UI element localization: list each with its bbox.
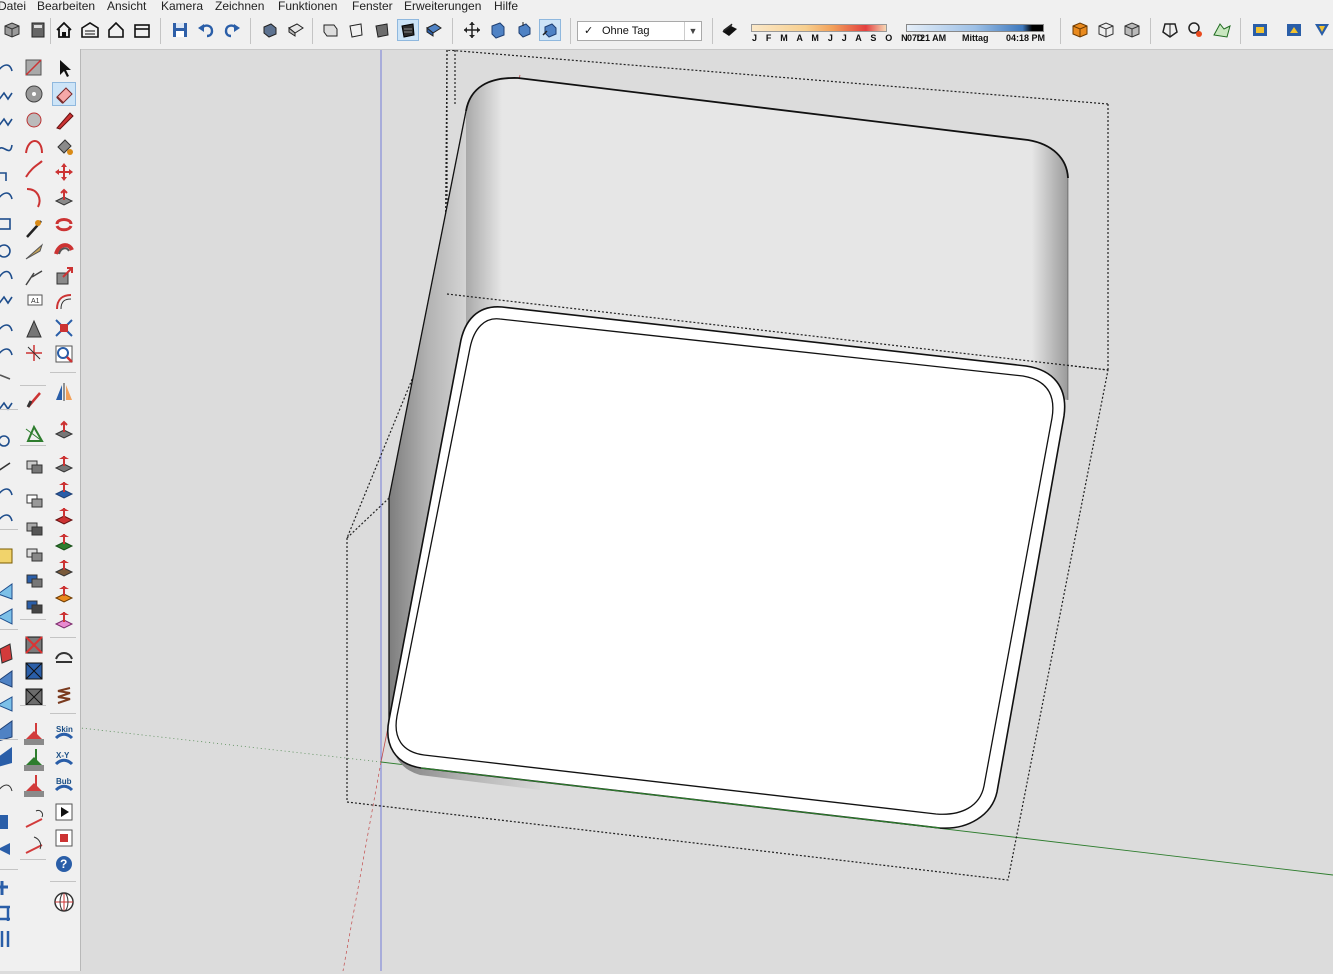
curve-icon[interactable] <box>53 647 75 669</box>
mirror-icon[interactable] <box>53 381 75 403</box>
undo-icon[interactable] <box>196 20 216 40</box>
skin-label: Skin <box>56 725 73 734</box>
zoom-icon[interactable] <box>514 20 534 40</box>
magnify-icon[interactable] <box>53 343 75 365</box>
push-pull-icon[interactable] <box>53 187 75 209</box>
extrude-equal-icon[interactable] <box>53 453 75 475</box>
save-icon[interactable] <box>170 20 190 40</box>
play-icon[interactable] <box>53 801 75 823</box>
model-canvas[interactable] <box>80 49 1333 972</box>
month-labels: J F M A M J J A S O N D <box>752 33 927 43</box>
solid-tools-icon[interactable] <box>1160 20 1180 40</box>
extrude-normal-icon[interactable] <box>53 557 75 579</box>
pencil-icon[interactable] <box>53 109 75 131</box>
time-slider[interactable] <box>906 24 1044 32</box>
warehouse-icon[interactable] <box>80 20 100 40</box>
follow-me-icon[interactable] <box>53 239 75 261</box>
svg-text:?: ? <box>60 857 67 871</box>
time-end-label: 04:18 PM <box>1006 33 1046 43</box>
menu-datei[interactable]: Datei <box>0 0 26 13</box>
extrude-icon[interactable] <box>53 419 75 441</box>
tag-select[interactable]: ✓ Ohne Tag ▼ <box>577 21 702 41</box>
eraser-icon[interactable] <box>52 82 76 106</box>
model-viewport[interactable] <box>80 49 1333 972</box>
outer-shell-icon[interactable] <box>1186 20 1206 40</box>
menu-bearbeiten[interactable]: Bearbeiten <box>37 0 95 13</box>
extrude-green-icon[interactable] <box>53 531 75 553</box>
menu-funktionen[interactable]: Funktionen <box>278 0 337 13</box>
tool-column-left[interactable] <box>0 49 20 971</box>
green-axis-negative <box>80 727 382 763</box>
sandbox-icon[interactable] <box>1212 20 1232 40</box>
paint-bucket-icon[interactable] <box>53 135 75 157</box>
menu-fenster[interactable]: Fenster <box>352 0 393 13</box>
export-icon[interactable] <box>1250 20 1270 40</box>
redo-icon[interactable] <box>222 20 242 40</box>
view-front-icon[interactable] <box>320 20 340 40</box>
zoom-extents-icon[interactable] <box>539 19 561 41</box>
menu-zeichnen[interactable]: Zeichnen <box>215 0 264 13</box>
view-right-icon[interactable] <box>346 20 366 40</box>
pan-icon[interactable] <box>488 20 508 40</box>
home-icon[interactable] <box>54 20 74 40</box>
zoom-window-icon[interactable] <box>53 317 75 339</box>
menu-ansicht[interactable]: Ansicht <box>107 0 146 13</box>
rotate-icon[interactable] <box>53 213 75 235</box>
shop-icon[interactable] <box>132 20 152 40</box>
view-top-icon[interactable] <box>286 20 306 40</box>
xy-label: X-Y <box>56 751 70 760</box>
globe-icon[interactable] <box>53 891 75 913</box>
orbit-icon[interactable] <box>462 20 482 40</box>
select-arrow-icon[interactable] <box>53 57 75 79</box>
book-icon[interactable] <box>28 20 48 40</box>
spring-icon[interactable] <box>53 685 75 707</box>
box-gray-icon[interactable] <box>1122 20 1142 40</box>
offset-icon[interactable] <box>53 291 75 313</box>
extrude-red-icon[interactable] <box>53 505 75 527</box>
view-back-icon[interactable] <box>372 20 392 40</box>
tool-column-middle[interactable]: A1 <box>22 49 46 971</box>
extrude-joint-icon[interactable] <box>53 479 75 501</box>
stop-icon[interactable] <box>53 827 75 849</box>
tag-select-value: Ohne Tag <box>602 25 650 37</box>
svg-text:A1: A1 <box>31 298 40 305</box>
extrude-orange-icon[interactable] <box>53 583 75 605</box>
scale-icon[interactable] <box>53 265 75 287</box>
main-toolbar: ✓ Ohne Tag ▼ J F M A M J J A S O N D 07:… <box>0 13 1333 50</box>
help-icon[interactable]: ? <box>53 853 75 875</box>
time-start-label: 07:21 AM <box>907 33 947 43</box>
menu-bar: Datei Bearbeiten Ansicht Kamera Zeichnen… <box>0 0 1333 13</box>
move-icon[interactable] <box>53 161 75 183</box>
component-icon[interactable] <box>2 20 22 40</box>
rounded-box[interactable] <box>387 77 1069 829</box>
shadow-icon[interactable] <box>720 20 740 40</box>
style-icon[interactable] <box>1312 20 1332 40</box>
view-left-icon[interactable] <box>397 19 419 41</box>
view-iso-icon[interactable] <box>260 20 280 40</box>
red-axis-negative <box>342 761 382 972</box>
box-white-icon[interactable] <box>1096 20 1116 40</box>
month-slider[interactable] <box>751 24 887 32</box>
house-icon[interactable] <box>106 20 126 40</box>
extrude-pink-icon[interactable] <box>53 609 75 631</box>
time-mid-label: Mittag <box>962 33 989 43</box>
check-icon: ✓ <box>584 25 594 37</box>
menu-erweiterungen[interactable]: Erweiterungen <box>404 0 481 13</box>
chevron-down-icon[interactable]: ▼ <box>684 22 701 40</box>
left-toolbar: A1 Skin X-Y Bub ? <box>0 49 81 971</box>
layout-icon[interactable] <box>1284 20 1304 40</box>
menu-kamera[interactable]: Kamera <box>161 0 203 13</box>
menu-hilfe[interactable]: Hilfe <box>494 0 518 13</box>
box-orange-icon[interactable] <box>1070 20 1090 40</box>
view-bottom-icon[interactable] <box>424 20 444 40</box>
bub-label: Bub <box>56 777 72 786</box>
